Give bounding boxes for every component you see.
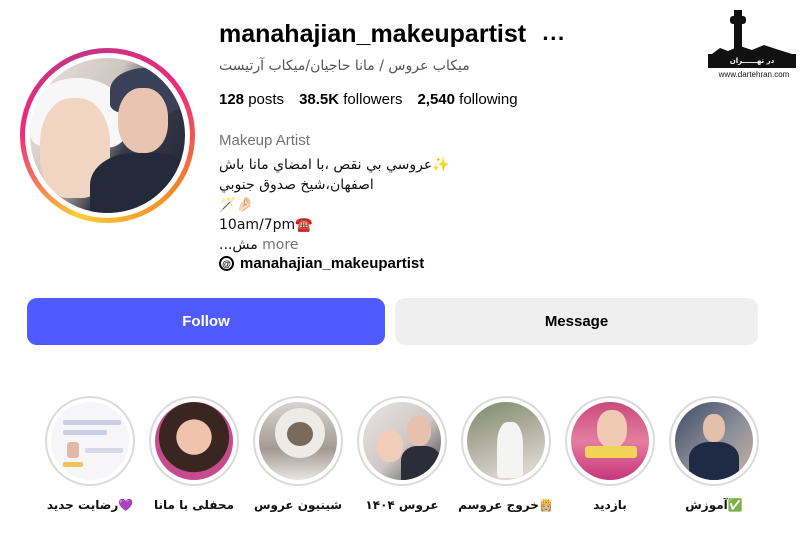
highlight-thumbnail: [363, 402, 441, 480]
highlight-label: محفلی با مانا: [153, 498, 235, 512]
highlight-thumbnail: [155, 402, 233, 480]
highlight-item[interactable]: محفلی با مانا: [142, 396, 246, 512]
highlight-ring: [357, 396, 447, 486]
highlight-label: بازدید: [593, 498, 627, 512]
profile-category: Makeup Artist: [219, 132, 310, 149]
tower-icon: [734, 10, 742, 52]
highlight-label: شینیون عروس: [253, 498, 343, 512]
profile-bio: عروسي بي نقص ،با امضاي مانا باش✨ اصفهان،…: [219, 155, 450, 255]
follow-button[interactable]: Follow: [27, 298, 385, 345]
dartehran-logo: در تهــــــران www.dartehran.com: [708, 10, 796, 80]
logo-url: www.dartehran.com: [718, 70, 790, 79]
highlight-ring: [669, 396, 759, 486]
bio-line: عروسي بي نقص ،با امضاي مانا باش✨: [219, 157, 450, 173]
bio-line: اصفهان،شيخ صدوق جنوبي: [219, 177, 374, 193]
bio-truncated-text: ...مش: [219, 237, 258, 253]
highlight-label: آموزش✅: [685, 498, 743, 512]
bio-line: 10am/7pm☎️: [219, 217, 313, 233]
posts-stat: 128 posts: [219, 91, 284, 108]
highlight-item[interactable]: بازدید: [558, 396, 662, 512]
profile-username: manahajian_makeupartist: [219, 20, 527, 48]
following-count: 2,540: [417, 91, 455, 108]
profile-full-name: میکاب عروس / مانا حاجیان/میکاب آرتیست: [219, 58, 470, 74]
highlight-item[interactable]: رضایت جدید💜: [38, 396, 142, 512]
highlight-ring: [565, 396, 655, 486]
threads-icon: @: [219, 256, 234, 271]
highlight-thumbnail: [259, 402, 337, 480]
threads-handle: manahajian_makeupartist: [240, 255, 425, 272]
followers-stat[interactable]: 38.5K followers: [299, 91, 402, 108]
highlight-item[interactable]: خروج عروسم👸🏼: [454, 396, 558, 512]
skyline-icon: [712, 45, 792, 54]
highlight-thumbnail: [467, 402, 545, 480]
highlight-thumbnail: [51, 402, 129, 480]
message-button[interactable]: Message: [395, 298, 758, 345]
posts-count: 128: [219, 91, 245, 108]
avatar-photo: [30, 58, 185, 213]
highlight-thumbnail: [571, 402, 649, 480]
following-stat[interactable]: 2,540 following: [417, 91, 517, 108]
logo-band-text: در تهــــــران: [708, 54, 796, 68]
profile-stats: 128 posts 38.5K followers 2,540 followin…: [219, 91, 518, 108]
bio-more-link[interactable]: more: [262, 237, 298, 253]
highlight-label: خروج عروسم👸🏼: [458, 498, 554, 512]
highlight-label: عروس ۱۴۰۴: [365, 498, 439, 512]
highlight-label: رضایت جدید💜: [46, 498, 134, 512]
avatar-frame: [25, 53, 190, 218]
bio-line: 🪄🤌🏻: [219, 197, 254, 213]
more-options-icon[interactable]: ...: [542, 24, 566, 45]
followers-label: followers: [343, 91, 403, 108]
story-highlights: آموزش✅ بازدید خروج عروسم👸🏼 عروس ۱۴۰۴ شین…: [0, 396, 800, 526]
highlight-ring: [461, 396, 551, 486]
highlight-ring: [45, 396, 135, 486]
highlight-item[interactable]: آموزش✅: [662, 396, 766, 512]
highlight-item[interactable]: شینیون عروس: [246, 396, 350, 512]
highlight-item[interactable]: عروس ۱۴۰۴: [350, 396, 454, 512]
threads-link[interactable]: @ manahajian_makeupartist: [219, 255, 424, 272]
highlight-thumbnail: [675, 402, 753, 480]
highlight-ring: [149, 396, 239, 486]
profile-avatar[interactable]: [20, 48, 195, 223]
highlight-ring: [253, 396, 343, 486]
bio-line-truncated: ...مش more: [219, 235, 450, 255]
followers-count: 38.5K: [299, 91, 340, 108]
posts-label: posts: [248, 91, 285, 108]
following-label: following: [459, 91, 518, 108]
